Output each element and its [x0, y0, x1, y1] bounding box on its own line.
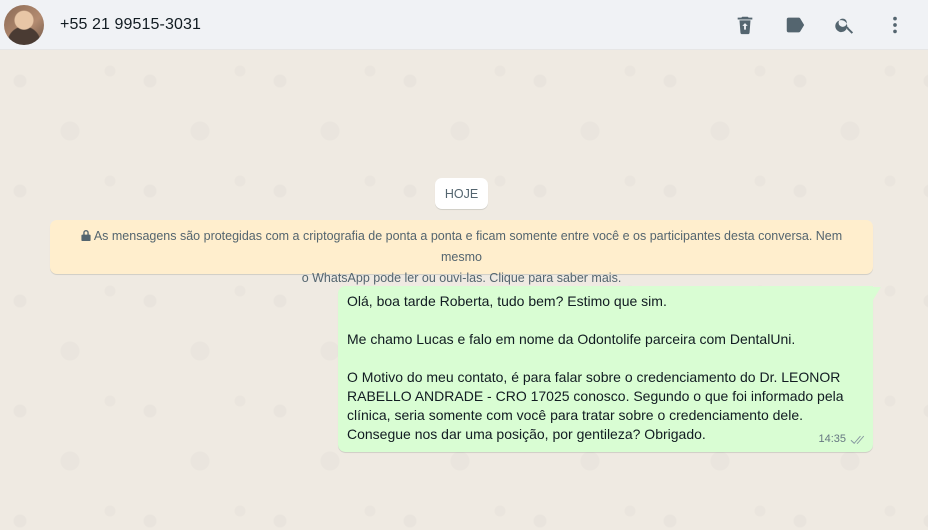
search-button[interactable]: [820, 5, 870, 45]
bubble-tail: [873, 286, 881, 300]
contact-avatar[interactable]: [4, 4, 44, 45]
message-line: Consegue nos dar uma posição, por gentil…: [347, 426, 706, 442]
message-line: Me chamo Lucas e falo em nome da Odontol…: [347, 331, 796, 347]
message-line: clínica, seria somente com você para tra…: [347, 407, 804, 423]
chat-panel: HOJE As mensagens são protegidas com a c…: [0, 51, 928, 530]
double-check-icon: [849, 434, 865, 445]
message-line: O Motivo do meu contato, é para falar so…: [347, 369, 841, 385]
label-button[interactable]: [770, 5, 820, 45]
chat-header: +55 21 99515-3031: [0, 0, 928, 50]
message-meta: 14:35: [818, 430, 865, 449]
delete-icon: [737, 16, 753, 35]
menu-button[interactable]: [870, 5, 920, 45]
label-icon: [786, 17, 805, 33]
message-line: RABELLO ANDRADE - CRO 17025 conosco. Seg…: [347, 388, 844, 404]
outgoing-message[interactable]: Olá, boa tarde Roberta, tudo bem? Estimo…: [338, 286, 881, 452]
encryption-notice-line1: As mensagens são protegidas com a cripto…: [62, 226, 861, 268]
header-actions: [720, 0, 920, 50]
message-line: Olá, boa tarde Roberta, tudo bem? Estimo…: [347, 293, 667, 309]
delete-button[interactable]: [720, 5, 770, 45]
lock-icon: [81, 227, 91, 241]
date-chip: HOJE: [435, 178, 488, 209]
search-icon: [835, 18, 854, 34]
encryption-notice[interactable]: As mensagens são protegidas com a cripto…: [50, 220, 873, 285]
menu-icon: [893, 16, 897, 34]
contact-name[interactable]: +55 21 99515-3031: [60, 16, 201, 34]
message-time: 14:35: [818, 433, 846, 445]
encryption-text-1: As mensagens são protegidas com a cripto…: [93, 229, 843, 264]
